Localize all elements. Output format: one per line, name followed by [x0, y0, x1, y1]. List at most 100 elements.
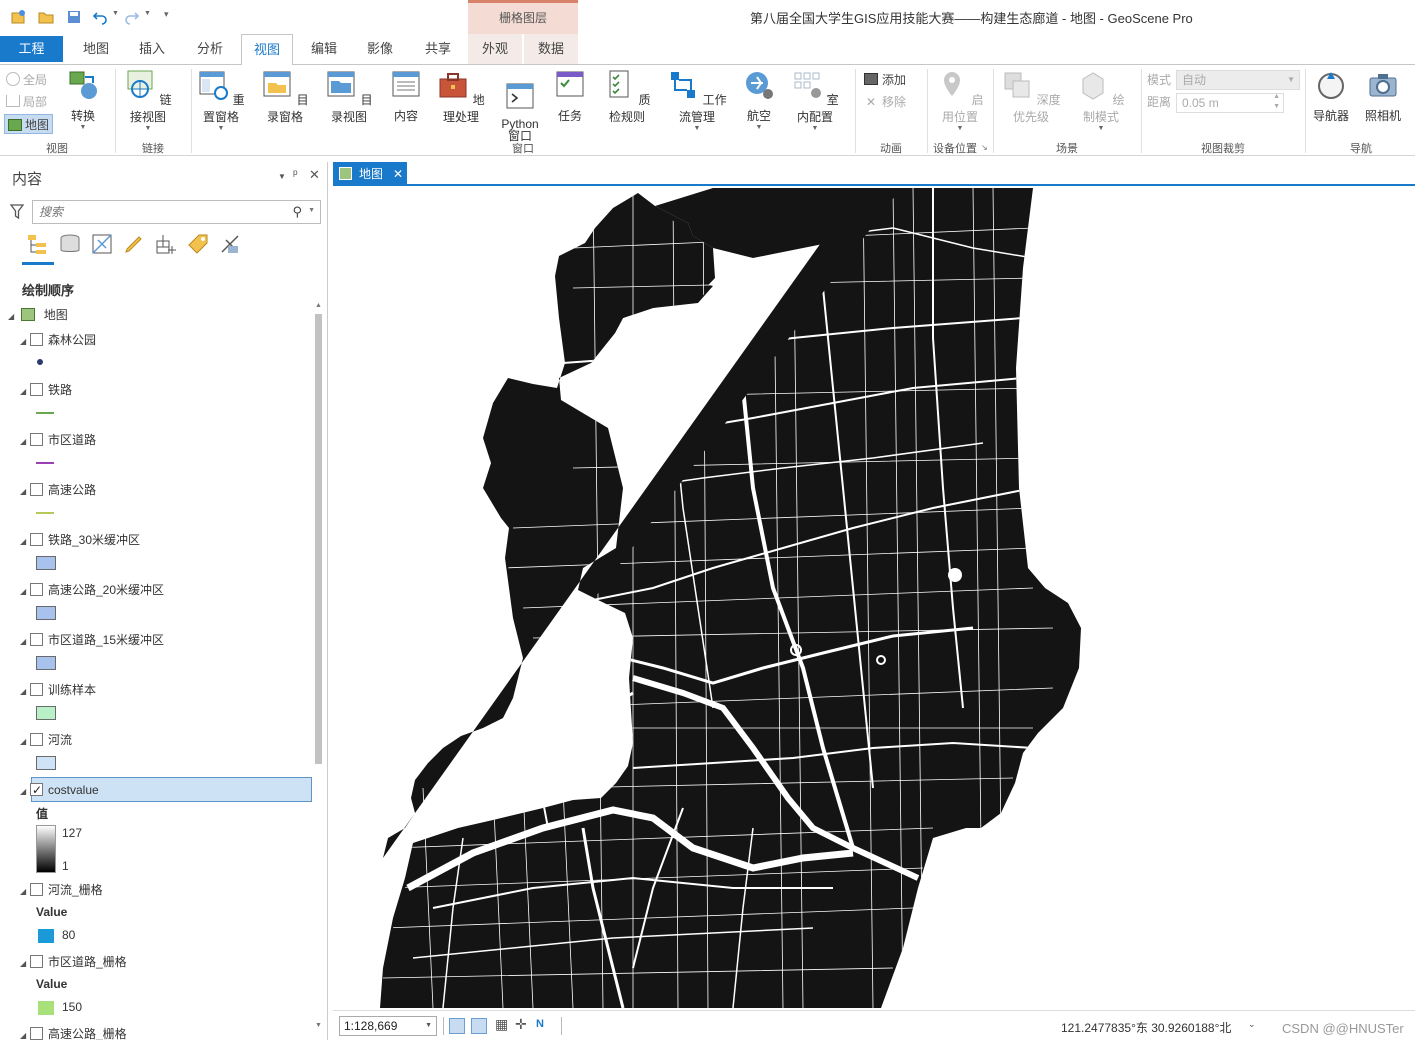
layer-row[interactable]: ◢ 河流 — [20, 730, 72, 750]
tab-imagery[interactable]: 影像 — [356, 34, 404, 64]
layer-row[interactable]: ◢ 高速公路 — [20, 480, 96, 500]
layer-visibility-checkbox[interactable] — [30, 583, 43, 596]
point-symbol[interactable] — [37, 359, 43, 365]
layer-visibility-checkbox[interactable] — [30, 955, 43, 968]
scroll-up-icon[interactable]: ▲ — [315, 302, 322, 309]
animation-add-button[interactable]: 添加 — [864, 70, 906, 90]
search-icon[interactable]: ⚲ — [292, 204, 302, 220]
clip-mode-select[interactable]: 自动 ▼ — [1176, 70, 1300, 90]
value-color-swatch[interactable] — [38, 929, 54, 943]
layer-visibility-checkbox[interactable] — [30, 533, 43, 546]
tasks-button[interactable]: 任务 — [550, 69, 590, 124]
list-by-drawing-order-icon[interactable] — [26, 232, 50, 256]
layer-row[interactable]: ◢ 铁路 — [20, 380, 72, 400]
layer-row[interactable]: ◢ 森林公园 — [20, 330, 96, 350]
line-symbol[interactable] — [36, 462, 54, 464]
new-project-icon[interactable] — [10, 9, 26, 25]
collapse-triangle-icon[interactable]: ◢ — [20, 582, 30, 602]
collapse-triangle-icon[interactable]: ◢ — [20, 1026, 30, 1040]
search-dropdown-icon[interactable]: ▼ — [308, 207, 315, 214]
layer-visibility-checkbox[interactable] — [30, 883, 43, 896]
close-tab-icon[interactable]: ✕ — [393, 162, 403, 186]
tab-analysis[interactable]: 分析 — [186, 34, 234, 64]
tab-view[interactable]: 视图 — [241, 34, 293, 65]
indoors-config-button[interactable]: 室内配置 ▼ — [788, 69, 842, 133]
list-by-perspective-imagery-icon[interactable] — [218, 232, 242, 256]
navigator-button[interactable]: 导航器 — [1310, 69, 1352, 124]
map-tab[interactable]: 地图 ✕ — [333, 162, 407, 186]
local-scene-button[interactable]: 局部 — [6, 92, 47, 112]
tab-appearance[interactable]: 外观 — [468, 34, 522, 64]
redo-dropdown-icon[interactable]: ▼ — [144, 10, 151, 17]
collapse-triangle-icon[interactable]: ◢ — [20, 382, 30, 402]
animation-remove-button[interactable]: ✕ 移除 — [864, 92, 906, 112]
catalog-view-button[interactable]: 目录视图 — [322, 69, 376, 125]
layer-row[interactable]: ◢ 铁路_30米缓冲区 — [20, 530, 140, 550]
collapse-triangle-icon[interactable]: ◢ — [20, 432, 30, 452]
enable-location-button[interactable]: 启用位置 ▼ — [932, 69, 988, 133]
geoprocessing-button[interactable]: 地理处理 — [434, 69, 488, 125]
collapse-triangle-icon[interactable]: ◢ — [20, 882, 30, 902]
search-input[interactable] — [33, 201, 273, 223]
layer-row[interactable]: ◢ 河流_栅格 — [20, 880, 103, 900]
scale-selector[interactable]: 1:128,669 ▼ — [339, 1016, 437, 1036]
stretch-gradient-symbol[interactable] — [36, 825, 56, 873]
collapse-triangle-icon[interactable]: ◢ — [20, 682, 30, 702]
costvalue-raster[interactable] — [333, 188, 1415, 1008]
tab-data[interactable]: 数据 — [524, 34, 578, 64]
pane-menu-dropdown-icon[interactable]: ▼ — [278, 172, 286, 181]
layer-row[interactable]: ◢ 训练样本 — [20, 680, 96, 700]
collapse-triangle-icon[interactable]: ◢ — [20, 482, 30, 502]
scrollbar-thumb[interactable] — [315, 314, 322, 764]
convert-button[interactable]: 转换 ▼ — [64, 69, 102, 132]
camera-button[interactable]: 照相机 — [1362, 69, 1404, 124]
collapse-triangle-icon[interactable]: ◢ — [8, 307, 18, 327]
qc-rules-button[interactable]: 质检规则 — [600, 69, 654, 125]
dialog-launcher-icon[interactable]: ↘ — [981, 143, 988, 152]
layer-visibility-checkbox[interactable] — [30, 383, 43, 396]
layer-row-selected[interactable]: ◢ costvalue — [20, 780, 99, 800]
collapse-triangle-icon[interactable]: ◢ — [20, 532, 30, 552]
save-project-icon[interactable] — [66, 9, 82, 25]
map-canvas[interactable] — [333, 188, 1415, 1008]
layer-visibility-checkbox[interactable] — [30, 483, 43, 496]
tab-insert[interactable]: 插入 — [128, 34, 176, 64]
list-by-snapping-icon[interactable] — [154, 232, 178, 256]
layer-visibility-checkbox[interactable] — [30, 683, 43, 696]
line-symbol[interactable] — [36, 512, 54, 514]
tab-map[interactable]: 地图 — [72, 34, 120, 64]
close-icon[interactable]: ✕ — [309, 167, 320, 183]
pin-icon[interactable]: ᵖ — [293, 167, 298, 181]
layer-row[interactable]: ◢ 市区道路_栅格 — [20, 952, 127, 972]
contents-button[interactable]: 内容 — [386, 69, 426, 124]
clip-distance-input[interactable]: 0.05 m ▲ ▼ — [1176, 93, 1284, 113]
customize-qat-icon[interactable]: ▾ — [164, 9, 169, 20]
map-view-button[interactable]: 地图 — [4, 114, 54, 134]
collapse-triangle-icon[interactable]: ◢ — [20, 954, 30, 974]
tab-edit[interactable]: 编辑 — [300, 34, 348, 64]
search-field[interactable]: ⚲ ▼ — [32, 200, 321, 224]
coordinate-format-dropdown-icon[interactable]: ⌄ — [1248, 1019, 1256, 1030]
layer-row[interactable]: ◢ 市区道路 — [20, 430, 96, 450]
workflow-manager-button[interactable]: 工作流管理 ▼ — [664, 69, 730, 133]
grid-snap-icon[interactable] — [471, 1018, 487, 1034]
tab-project[interactable]: 工程 — [0, 36, 63, 62]
layer-row[interactable]: ◢ 高速公路_20米缓冲区 — [20, 580, 164, 600]
polygon-symbol[interactable] — [36, 656, 56, 670]
link-views-button[interactable]: 链接视图 ▼ — [120, 69, 176, 133]
fixed-zoom-icon[interactable] — [449, 1018, 465, 1034]
reset-panes-button[interactable]: 重置窗格 ▼ — [194, 69, 248, 133]
list-by-labeling-icon[interactable] — [186, 232, 210, 256]
polygon-symbol[interactable] — [36, 756, 56, 770]
collapse-triangle-icon[interactable]: ◢ — [20, 782, 30, 802]
open-project-icon[interactable] — [38, 9, 54, 25]
undo-dropdown-icon[interactable]: ▼ — [112, 10, 119, 17]
north-arrow-icon[interactable]: N — [536, 1018, 544, 1030]
layer-row[interactable]: ◢ 高速公路_栅格 — [20, 1024, 127, 1040]
grid-icon[interactable]: ▦ — [495, 1016, 508, 1033]
collapse-triangle-icon[interactable]: ◢ — [20, 732, 30, 752]
global-scene-button[interactable]: 全局 — [6, 70, 47, 90]
python-window-button[interactable]: Python 窗口 — [498, 69, 542, 142]
draw-mode-button[interactable]: 绘制模式 ▼ — [1072, 69, 1130, 133]
depth-priority-button[interactable]: 深度优先级 — [998, 69, 1064, 125]
